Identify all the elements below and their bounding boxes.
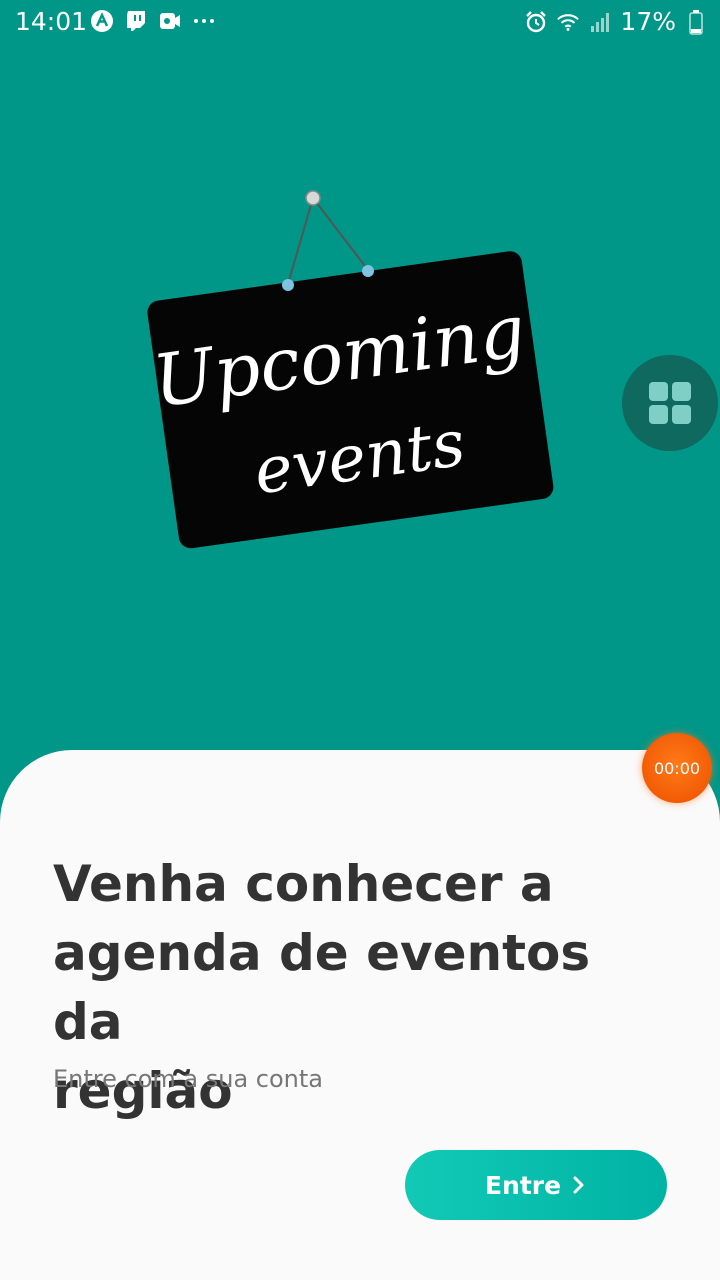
signal-icon [588,10,612,34]
status-bar: 14:01 17% [0,0,720,44]
enter-button-label: Entre [484,1170,562,1200]
notification-icons [90,9,216,33]
welcome-screen: 14:01 17% Upcoming events 00:00 Venha co… [0,0,720,1280]
alarm-icon [524,10,548,34]
chevron-right-icon [573,1176,584,1194]
app-icon [90,9,114,33]
login-subtitle: Entre com a sua conta [53,1065,323,1093]
floating-grid-button[interactable] [622,355,718,451]
wifi-icon [556,10,580,34]
status-time: 14:01 [15,7,88,36]
recording-timer-badge[interactable]: 00:00 [642,733,712,803]
twitch-icon [124,9,148,33]
more-dots-icon [192,9,216,33]
system-icons: 17% [524,7,708,36]
headline-line-1: Venha conhecer a [53,855,554,913]
grid-icon [649,382,691,424]
battery-icon [684,9,708,35]
enter-button[interactable]: Entre [405,1150,667,1220]
headline-line-2: agenda de eventos da [53,924,591,1051]
upcoming-events-sign: Upcoming events [147,190,554,549]
video-icon [158,9,182,33]
battery-percent: 17% [620,7,676,36]
nail-icon [305,190,321,206]
